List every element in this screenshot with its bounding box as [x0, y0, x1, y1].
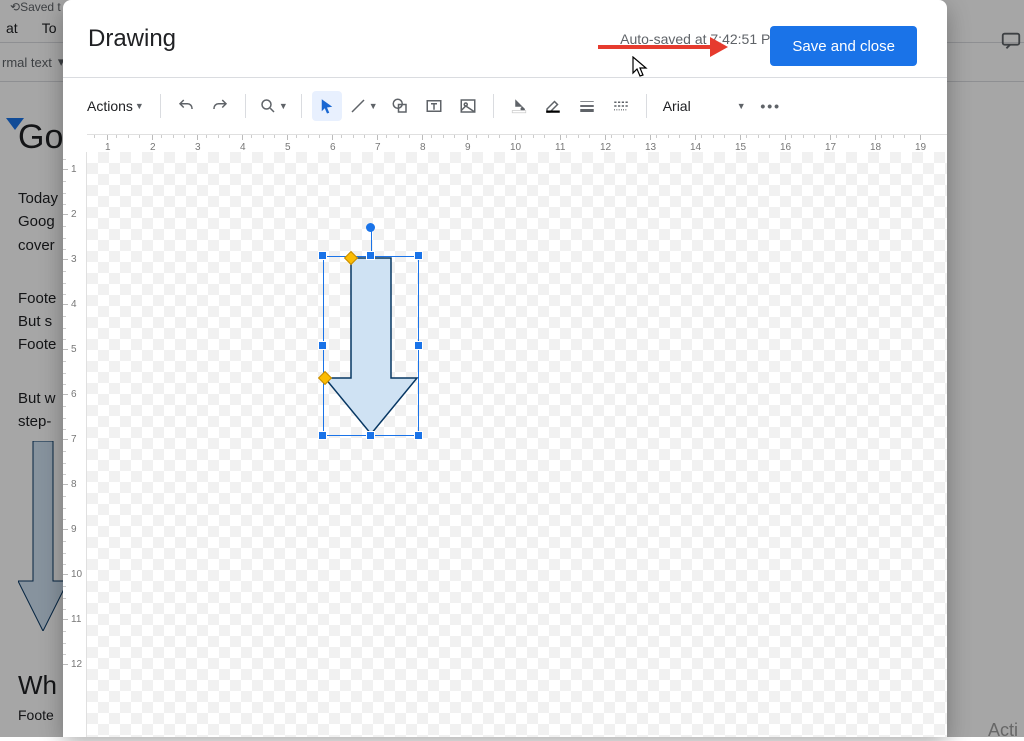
drawing-dialog: Drawing Auto-saved at 7:42:51 PM Save an…: [63, 0, 947, 737]
border-dash-button[interactable]: [606, 91, 636, 121]
drawing-canvas[interactable]: [87, 152, 947, 737]
border-weight-button[interactable]: [572, 91, 602, 121]
drawing-toolbar: Actions▼ ▼ ▼: [63, 78, 947, 134]
resize-handle-ne[interactable]: [414, 251, 423, 260]
selected-shape-arrow[interactable]: [323, 256, 419, 436]
more-options-button[interactable]: •••: [756, 91, 786, 121]
resize-handle-se[interactable]: [414, 431, 423, 440]
fill-color-button[interactable]: [504, 91, 534, 121]
resize-handle-n[interactable]: [366, 251, 375, 260]
textbox-tool[interactable]: [419, 91, 449, 121]
resize-handle-sw[interactable]: [318, 431, 327, 440]
border-color-button[interactable]: [538, 91, 568, 121]
resize-handle-w[interactable]: [318, 341, 327, 350]
cursor-icon: [632, 56, 650, 84]
resize-handle-nw[interactable]: [318, 251, 327, 260]
select-tool[interactable]: [312, 91, 342, 121]
rotate-handle[interactable]: [366, 223, 375, 232]
font-selector[interactable]: Arial▼: [657, 91, 752, 121]
actions-menu[interactable]: Actions▼: [81, 91, 150, 121]
zoom-button[interactable]: ▼: [256, 91, 291, 121]
annotation-arrow: [598, 40, 728, 54]
shape-tool[interactable]: [385, 91, 415, 121]
image-tool[interactable]: [453, 91, 483, 121]
redo-button[interactable]: [205, 91, 235, 121]
undo-button[interactable]: [171, 91, 201, 121]
resize-handle-s[interactable]: [366, 431, 375, 440]
line-tool[interactable]: ▼: [346, 91, 381, 121]
dialog-title: Drawing: [88, 25, 176, 53]
save-and-close-button[interactable]: Save and close: [770, 26, 917, 66]
vertical-ruler: 123456789101112: [63, 152, 87, 737]
resize-handle-e[interactable]: [414, 341, 423, 350]
horizontal-ruler: 12345678910111213141516171819: [87, 134, 947, 152]
